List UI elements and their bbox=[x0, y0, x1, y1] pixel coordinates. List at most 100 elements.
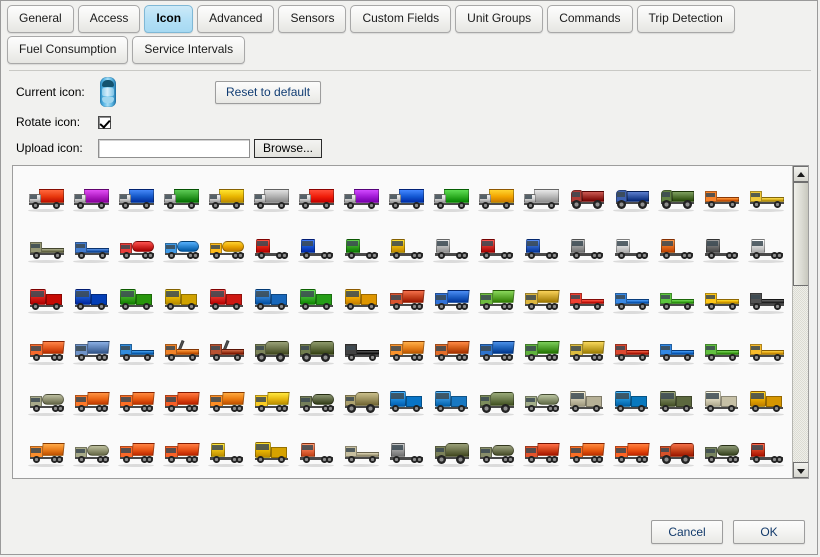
icon-cell[interactable] bbox=[698, 277, 743, 323]
icon-cell[interactable] bbox=[563, 430, 608, 476]
box-truck[interactable] bbox=[296, 183, 336, 213]
tanker-truck[interactable] bbox=[116, 234, 156, 264]
icon-cell[interactable] bbox=[608, 328, 653, 374]
scroll-down-button[interactable] bbox=[793, 462, 808, 478]
icon-cell[interactable] bbox=[518, 430, 563, 476]
cab-over-truck[interactable] bbox=[746, 387, 786, 417]
icon-cell[interactable] bbox=[653, 277, 698, 323]
tanker-truck[interactable] bbox=[521, 387, 561, 417]
box-truck[interactable] bbox=[161, 183, 201, 213]
icon-cell[interactable] bbox=[743, 430, 788, 476]
tab-sensors[interactable]: Sensors bbox=[278, 5, 347, 33]
icon-cell[interactable] bbox=[518, 277, 563, 323]
icon-cell[interactable] bbox=[473, 226, 518, 272]
icon-cell[interactable] bbox=[563, 226, 608, 272]
icon-cell[interactable] bbox=[338, 226, 383, 272]
cab-over-truck[interactable] bbox=[611, 387, 651, 417]
military-tanker[interactable] bbox=[296, 387, 336, 417]
icon-cell[interactable] bbox=[743, 226, 788, 272]
dump-truck[interactable] bbox=[566, 336, 606, 366]
tanker-truck[interactable] bbox=[206, 234, 246, 264]
cab-over-truck[interactable] bbox=[71, 285, 111, 315]
icon-cell[interactable] bbox=[23, 277, 68, 323]
icon-cell[interactable] bbox=[518, 328, 563, 374]
icon-cell[interactable] bbox=[608, 430, 653, 476]
tab-icon[interactable]: Icon bbox=[144, 5, 194, 33]
icon-cell[interactable] bbox=[653, 328, 698, 374]
icon-grid-scrollbar[interactable] bbox=[792, 166, 808, 478]
box-truck[interactable] bbox=[251, 183, 291, 213]
cab-over-truck[interactable] bbox=[431, 387, 471, 417]
icon-cell[interactable] bbox=[23, 328, 68, 374]
military-tanker[interactable] bbox=[701, 438, 741, 468]
cab-over-truck[interactable] bbox=[251, 438, 291, 468]
icon-cell[interactable] bbox=[113, 328, 158, 374]
military-truck[interactable] bbox=[476, 387, 516, 417]
semi-tractor[interactable] bbox=[746, 234, 786, 264]
icon-cell[interactable] bbox=[698, 379, 743, 425]
box-truck[interactable] bbox=[386, 183, 426, 213]
icon-cell[interactable] bbox=[203, 430, 248, 476]
icon-cell[interactable] bbox=[338, 430, 383, 476]
icon-cell[interactable] bbox=[158, 175, 203, 221]
icon-cell[interactable] bbox=[383, 430, 428, 476]
military-truck[interactable] bbox=[656, 438, 696, 468]
military-truck[interactable] bbox=[251, 336, 291, 366]
icon-cell[interactable] bbox=[428, 328, 473, 374]
icon-cell[interactable] bbox=[428, 379, 473, 425]
vintage-truck[interactable] bbox=[566, 183, 606, 213]
scrollbar-thumb[interactable] bbox=[793, 182, 808, 286]
flatbed-truck[interactable] bbox=[611, 285, 651, 315]
box-truck[interactable] bbox=[476, 183, 516, 213]
dump-truck[interactable] bbox=[521, 438, 561, 468]
box-truck[interactable] bbox=[431, 183, 471, 213]
flatbed-truck[interactable] bbox=[701, 183, 741, 213]
tow-truck[interactable] bbox=[206, 336, 246, 366]
dump-truck[interactable] bbox=[521, 285, 561, 315]
flatbed-truck[interactable] bbox=[341, 438, 381, 468]
cab-chassis[interactable] bbox=[386, 438, 426, 468]
tanker-truck[interactable] bbox=[26, 387, 66, 417]
icon-cell[interactable] bbox=[608, 277, 653, 323]
box-truck[interactable] bbox=[341, 183, 381, 213]
icon-cell[interactable] bbox=[113, 226, 158, 272]
icon-cell[interactable] bbox=[158, 328, 203, 374]
icon-cell[interactable] bbox=[113, 379, 158, 425]
cab-over-truck[interactable] bbox=[341, 285, 381, 315]
icon-cell[interactable] bbox=[158, 226, 203, 272]
semi-tractor[interactable] bbox=[386, 234, 426, 264]
flatbed-truck[interactable] bbox=[746, 285, 786, 315]
icon-cell[interactable] bbox=[383, 277, 428, 323]
icon-cell[interactable] bbox=[113, 277, 158, 323]
icon-cell[interactable] bbox=[158, 277, 203, 323]
dump-truck[interactable] bbox=[521, 336, 561, 366]
flatbed-truck[interactable] bbox=[656, 285, 696, 315]
tab-service-intervals[interactable]: Service Intervals bbox=[132, 36, 246, 64]
semi-tractor[interactable] bbox=[431, 234, 471, 264]
semi-tractor[interactable] bbox=[656, 234, 696, 264]
dump-truck[interactable] bbox=[476, 336, 516, 366]
icon-cell[interactable] bbox=[113, 175, 158, 221]
icon-cell[interactable] bbox=[293, 430, 338, 476]
icon-cell[interactable] bbox=[653, 379, 698, 425]
cab-over-truck[interactable] bbox=[116, 285, 156, 315]
icon-cell[interactable] bbox=[743, 277, 788, 323]
icon-cell[interactable] bbox=[23, 175, 68, 221]
semi-tractor[interactable] bbox=[701, 234, 741, 264]
dump-truck[interactable] bbox=[431, 336, 471, 366]
icon-cell[interactable] bbox=[698, 430, 743, 476]
rotate-icon-checkbox[interactable] bbox=[98, 115, 111, 129]
icon-cell[interactable] bbox=[203, 277, 248, 323]
flatbed-truck[interactable] bbox=[701, 285, 741, 315]
icon-cell[interactable] bbox=[248, 328, 293, 374]
tow-truck[interactable] bbox=[161, 336, 201, 366]
icon-cell[interactable] bbox=[653, 226, 698, 272]
icon-cell[interactable] bbox=[473, 430, 518, 476]
icon-grid-viewport[interactable] bbox=[13, 166, 792, 478]
icon-cell[interactable] bbox=[68, 226, 113, 272]
icon-cell[interactable] bbox=[293, 175, 338, 221]
box-truck[interactable] bbox=[521, 183, 561, 213]
military-truck[interactable] bbox=[431, 438, 471, 468]
flatbed-truck[interactable] bbox=[341, 336, 381, 366]
icon-cell[interactable] bbox=[68, 175, 113, 221]
